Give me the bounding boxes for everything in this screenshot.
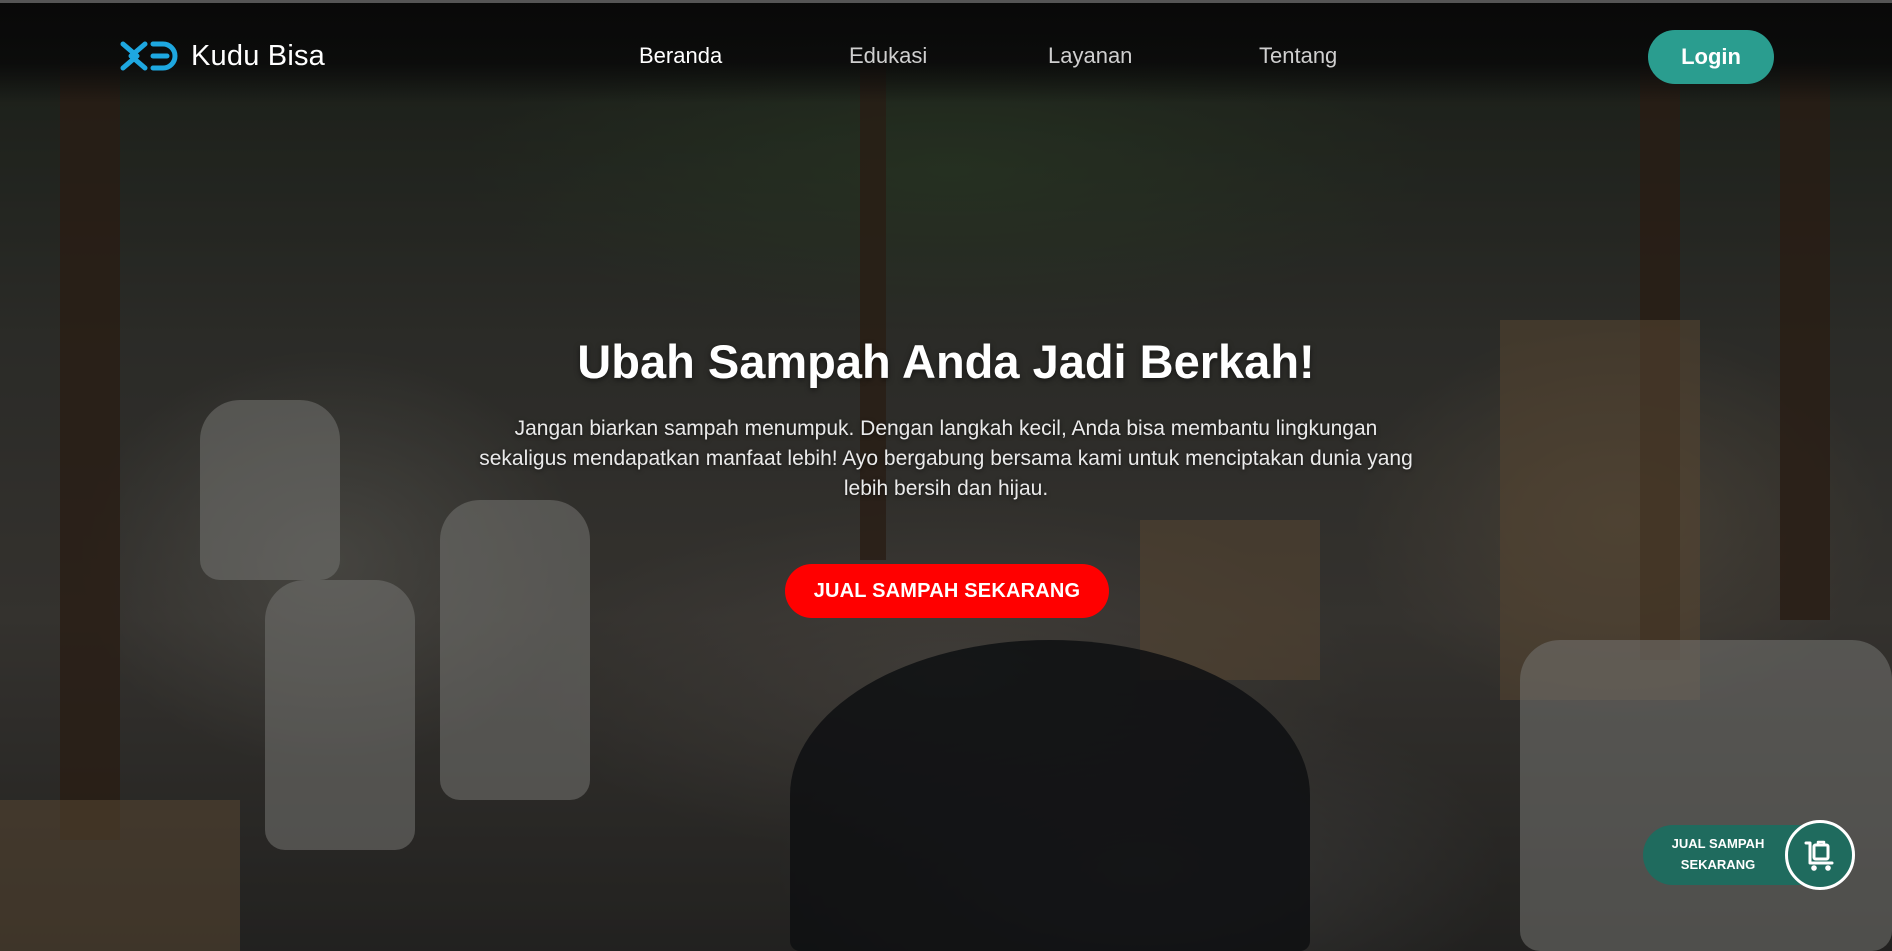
nav-item-beranda[interactable]: Beranda xyxy=(639,43,722,69)
floating-sell-label-line2: SEKARANG xyxy=(1680,857,1756,872)
login-button[interactable]: Login xyxy=(1648,30,1774,84)
hero-description: Jangan biarkan sampah menumpuk. Dengan l… xyxy=(479,417,1413,500)
nav-item-edukasi[interactable]: Edukasi xyxy=(849,43,927,69)
sell-trash-now-button[interactable]: JUAL SAMPAH SEKARANG xyxy=(785,564,1109,618)
floating-sell-icon-button[interactable] xyxy=(1785,820,1855,890)
floating-sell-label: JUAL SAMPAH SEKARANG xyxy=(1643,833,1793,875)
navbar: Kudu Bisa Beranda Edukasi Layanan Tentan… xyxy=(0,3,1892,103)
nav-item-layanan[interactable]: Layanan xyxy=(1048,43,1132,69)
nav-item-tentang[interactable]: Tentang xyxy=(1259,43,1337,69)
nav-menu: Beranda Edukasi Layanan Tentang xyxy=(0,43,1892,71)
cart-trash-icon xyxy=(1804,840,1834,871)
hero-title: Ubah Sampah Anda Jadi Berkah! xyxy=(577,335,1315,388)
floating-sell-label-line1: JUAL SAMPAH xyxy=(1671,836,1765,851)
